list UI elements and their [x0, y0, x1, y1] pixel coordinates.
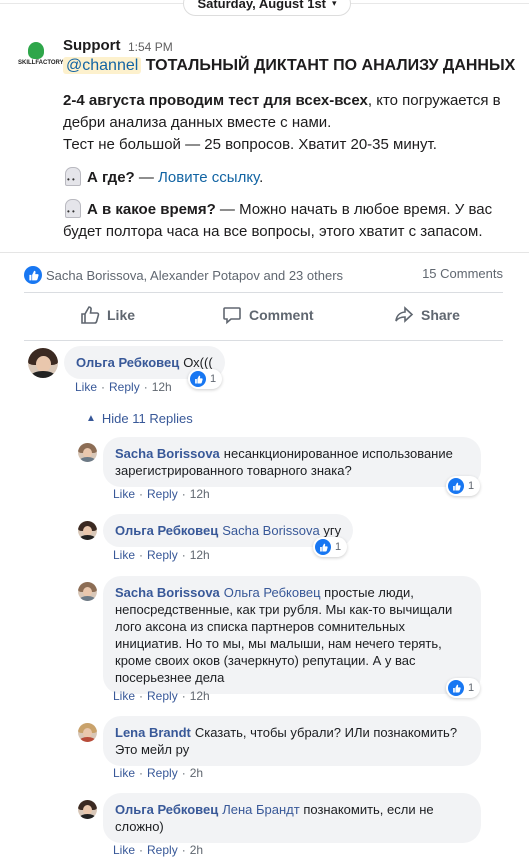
- reply-like-link[interactable]: Like: [113, 689, 135, 703]
- ghost-emoji-icon: [63, 166, 81, 191]
- comment-meta: Like · Reply · 12h: [75, 380, 172, 394]
- comment-like-link[interactable]: Like: [75, 380, 97, 394]
- reply-time[interactable]: 2h: [190, 843, 203, 857]
- post-divider: [0, 252, 529, 256]
- avatar[interactable]: [28, 348, 58, 378]
- like-reaction-icon: [448, 680, 464, 696]
- reply-meta: Like · Reply · 12h: [113, 487, 210, 501]
- slack-headline: @channel ТОТАЛЬНЫЙ ДИКТАНТ ПО АНАЛИЗУ ДА…: [63, 57, 515, 75]
- like-reaction-icon: [24, 266, 42, 284]
- comment-reply-link[interactable]: Reply: [109, 380, 140, 394]
- reaction-badge[interactable]: 1: [313, 537, 348, 557]
- reply-like-link[interactable]: Like: [113, 766, 135, 780]
- chevron-up-icon: ▲: [86, 413, 96, 424]
- avatar[interactable]: [78, 723, 97, 742]
- chevron-down-icon: ▾: [332, 0, 337, 8]
- reply-author[interactable]: Ольга Ребковец: [115, 523, 218, 538]
- reply-time[interactable]: 12h: [190, 548, 210, 562]
- reaction-badge[interactable]: 1: [446, 678, 481, 698]
- reply-reply-link[interactable]: Reply: [147, 689, 178, 703]
- reaction-badge[interactable]: 1: [188, 369, 223, 389]
- reply-meta: Like · Reply · 12h: [113, 548, 210, 562]
- reply-bubble: Ольга Ребковец Лена Брандт познакомить, е…: [103, 793, 481, 843]
- reply-time[interactable]: 12h: [190, 487, 210, 501]
- comment-author[interactable]: Ольга Ребковец: [76, 355, 179, 370]
- slack-sender: Support: [63, 37, 121, 54]
- link-catch[interactable]: Ловите ссылку: [158, 169, 259, 186]
- reply-like-link[interactable]: Like: [113, 487, 135, 501]
- avatar[interactable]: [78, 521, 97, 540]
- reply-meta: Like · Reply · 12h: [113, 689, 210, 703]
- reply-author[interactable]: Sacha Borissova: [115, 585, 220, 600]
- comment-icon: [223, 307, 241, 325]
- channel-mention: @channel: [63, 57, 142, 74]
- date-pill[interactable]: Saturday, August 1st ▾: [183, 0, 351, 16]
- reply-bubble: Sacha Borissova Ольга Ребковец простые лю…: [103, 576, 481, 694]
- avatar[interactable]: [78, 443, 97, 462]
- comment-time[interactable]: 12h: [152, 380, 172, 394]
- reaction-badge[interactable]: 1: [446, 476, 481, 496]
- avatar[interactable]: [78, 800, 97, 819]
- comments-count[interactable]: 15 Comments: [422, 266, 503, 281]
- reply-author[interactable]: Ольга Ребковец: [115, 802, 218, 817]
- reply-reply-link[interactable]: Reply: [147, 487, 178, 501]
- like-reaction-icon: [315, 539, 331, 555]
- comment-button[interactable]: Comment: [222, 305, 314, 325]
- reply-time[interactable]: 2h: [190, 766, 203, 780]
- thumbs-up-icon: [81, 306, 100, 324]
- user-tag[interactable]: Sacha Borissova: [222, 523, 320, 538]
- user-tag[interactable]: Лена Брандт: [222, 802, 300, 817]
- date-label: Saturday, August 1st: [197, 0, 327, 11]
- share-icon: [395, 306, 414, 323]
- divider: [24, 340, 503, 341]
- avatar[interactable]: [78, 582, 97, 601]
- slack-paragraph-1: 2-4 августа проводим тест для всех-всех,…: [63, 92, 501, 153]
- slack-time: 1:54 PM: [128, 40, 173, 54]
- reply-like-link[interactable]: Like: [113, 548, 135, 562]
- like-button[interactable]: Like: [80, 305, 135, 325]
- reply-reply-link[interactable]: Reply: [147, 843, 178, 857]
- hide-replies-button[interactable]: ▲ Hide 11 Replies: [86, 411, 193, 426]
- reply-reply-link[interactable]: Reply: [147, 766, 178, 780]
- like-reaction-icon: [190, 371, 206, 387]
- user-tag[interactable]: Ольга Ребковец: [224, 585, 321, 600]
- reactors-text: Sacha Borissova, Alexander Potapov and 2…: [46, 267, 344, 283]
- headline-text: ТОТАЛЬНЫЙ ДИКТАНТ ПО АНАЛИЗУ ДАННЫХ: [145, 57, 516, 74]
- like-reaction-icon: [448, 478, 464, 494]
- ghost-emoji-icon: [63, 198, 81, 223]
- slack-screenshot: Saturday, August 1st ▾ SKILLFACTORY Supp…: [0, 0, 529, 252]
- slack-paragraph-3: А в какое время? — Можно начать в любое …: [63, 198, 492, 243]
- divider: [24, 292, 503, 293]
- reply-bubble: Lena Brandt Сказать, чтобы убрали? ИЛи по…: [103, 716, 481, 766]
- reply-author[interactable]: Lena Brandt: [115, 725, 191, 740]
- reaction-summary[interactable]: Sacha Borissova, Alexander Potapov and 2…: [24, 266, 343, 284]
- skillfactory-logo: SKILLFACTORY: [18, 40, 64, 76]
- share-button[interactable]: Share: [394, 305, 460, 325]
- reply-reply-link[interactable]: Reply: [147, 548, 178, 562]
- reply-meta: Like · Reply · 2h: [113, 766, 204, 780]
- reply-meta: Like · Reply · 2h: [113, 843, 204, 857]
- reply-author[interactable]: Sacha Borissova: [115, 446, 220, 461]
- reply-bubble: Sacha Borissova несанкционированное испол…: [103, 437, 481, 487]
- reply-like-link[interactable]: Like: [113, 843, 135, 857]
- reply-time[interactable]: 12h: [190, 689, 210, 703]
- slack-paragraph-2: А где? — Ловите ссылку.: [63, 166, 263, 191]
